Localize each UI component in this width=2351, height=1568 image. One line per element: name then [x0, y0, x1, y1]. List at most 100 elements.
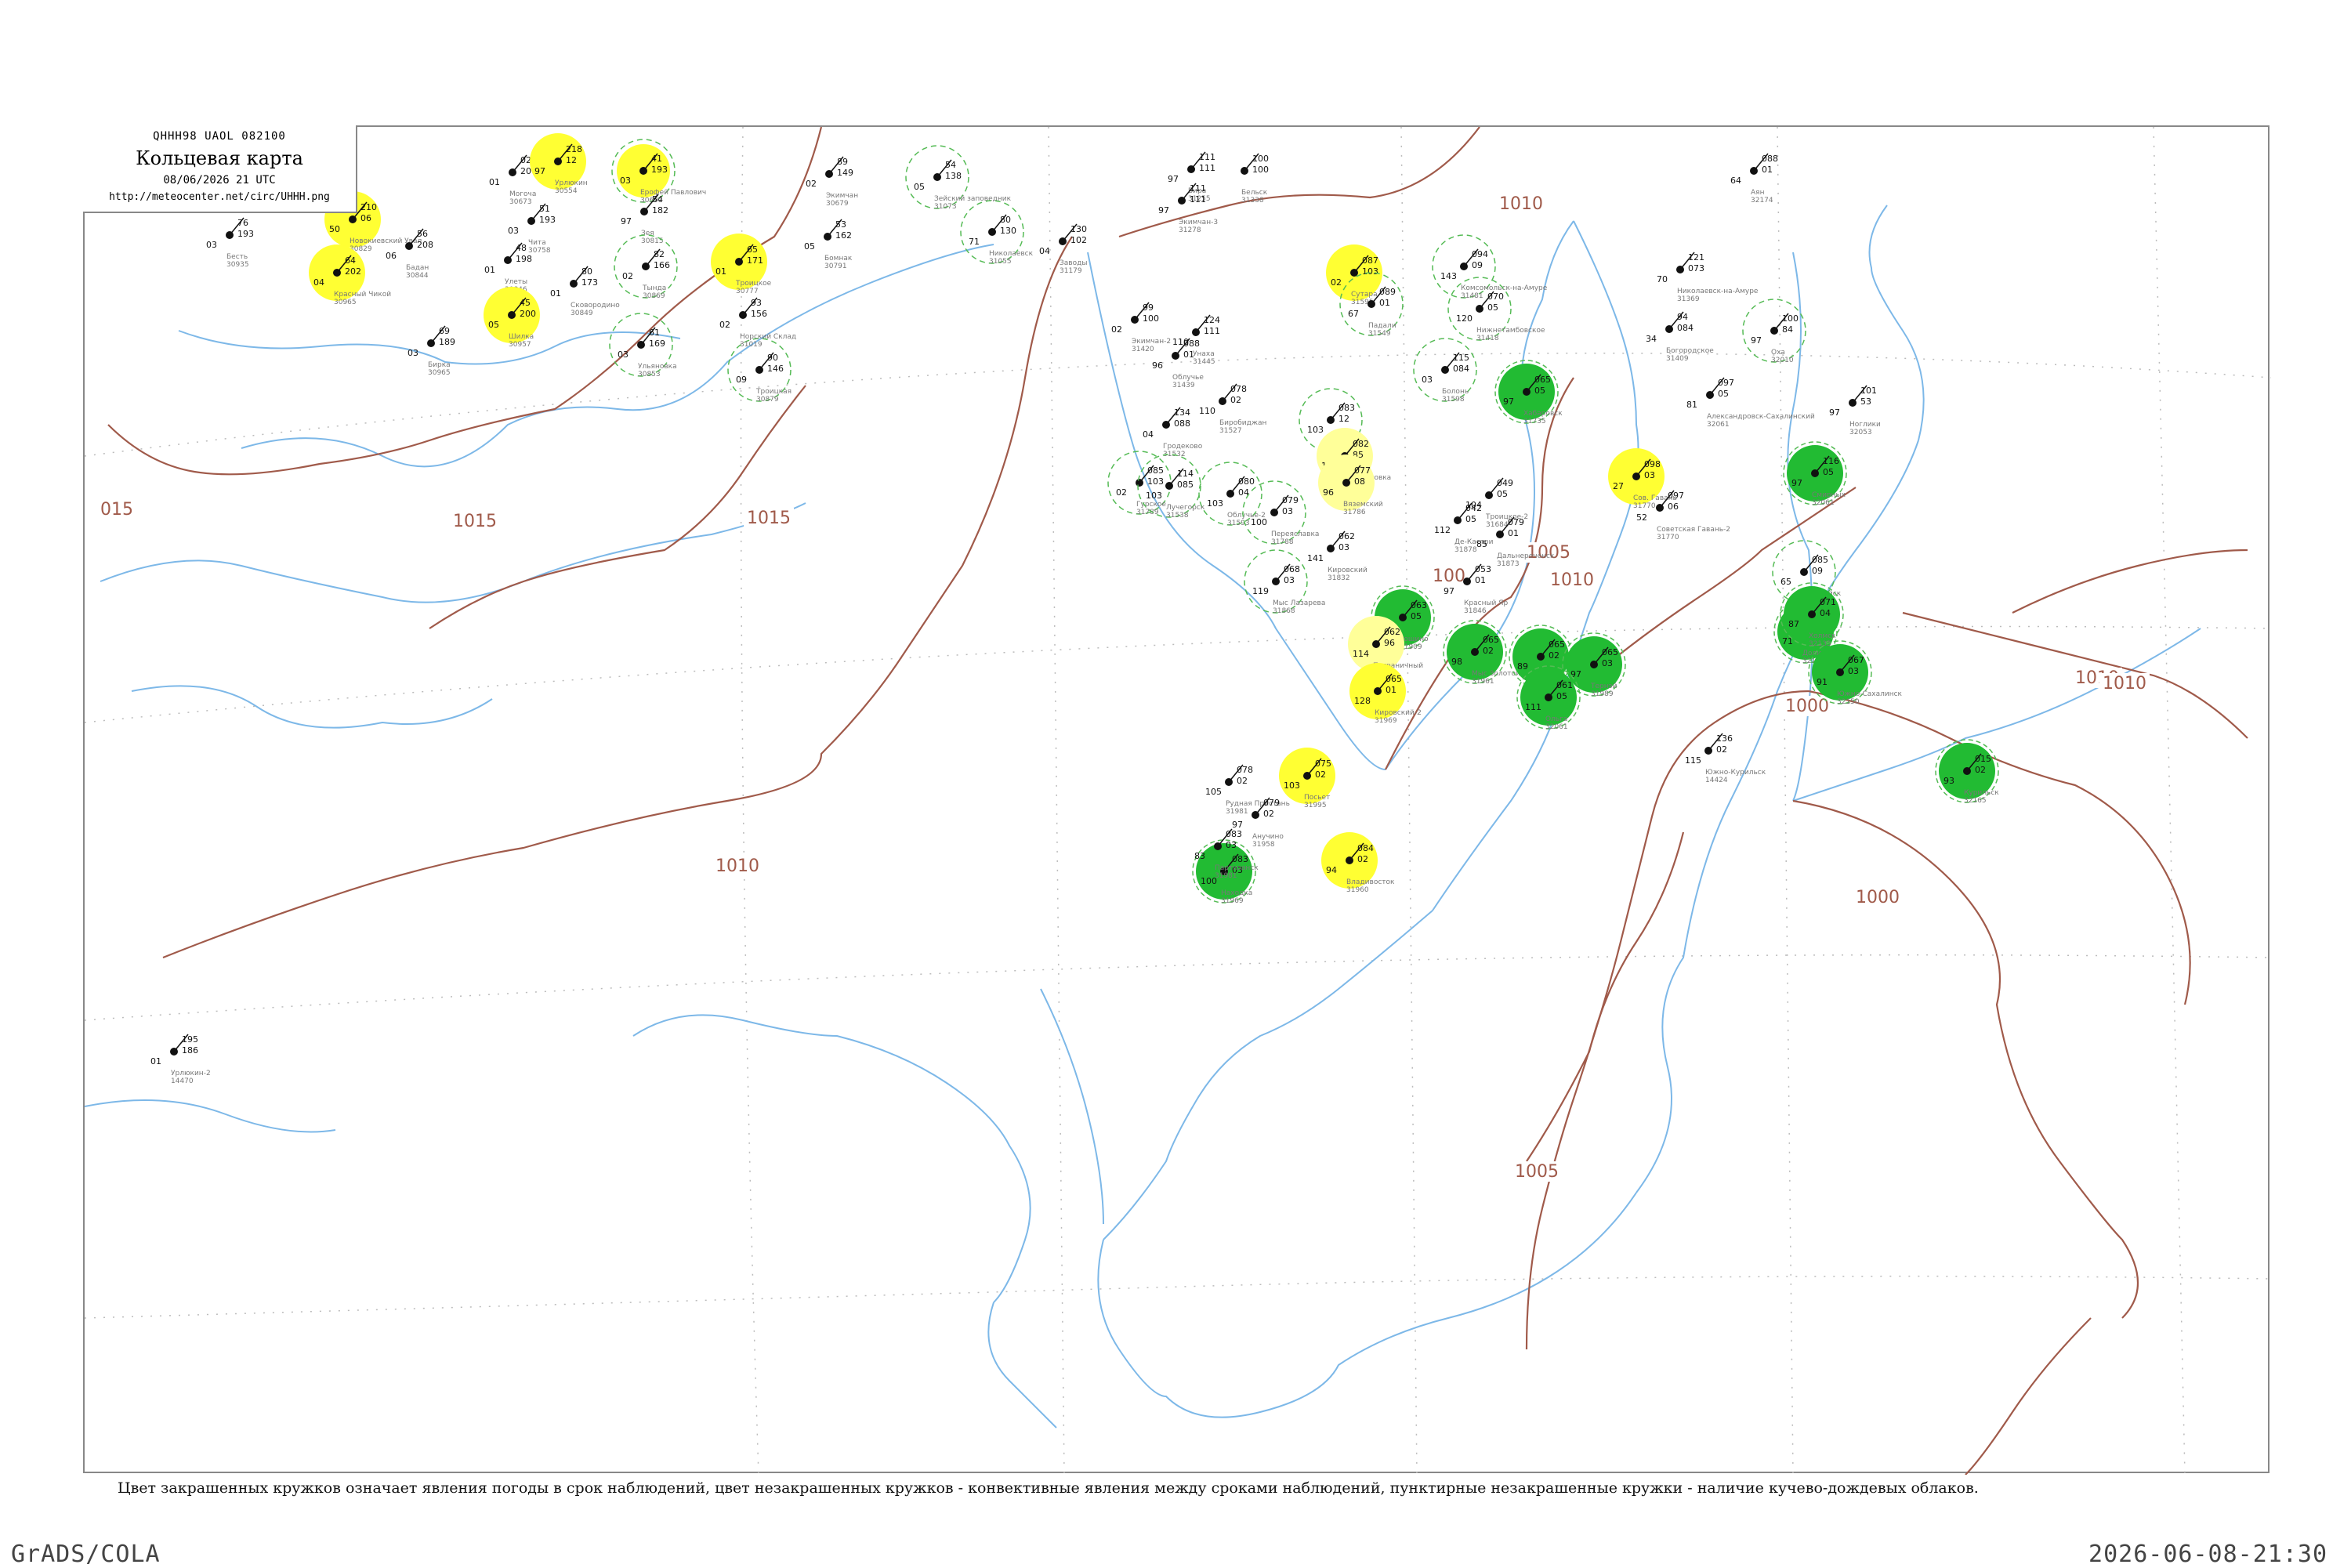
station-30679[interactable]: 89149 02 Экимчан30679	[806, 156, 858, 208]
station-32010[interactable]: 10084 97 Оха32010	[1742, 299, 1806, 364]
station-31420[interactable]: 99100 02 Экимчан-231420	[1111, 302, 1171, 353]
station-31595[interactable]: 08710302Сутара31595	[1326, 244, 1382, 306]
station-name: Курильск	[1964, 789, 1999, 797]
station-31338[interactable]: 100100 Бельск31338	[1241, 153, 1269, 205]
isobar-label: 1015	[453, 512, 497, 531]
station-30846[interactable]: 4819801Улеты30846	[484, 242, 532, 294]
station-value: 193	[237, 229, 254, 239]
station-31527[interactable]: 07802 110 Биробиджан31527	[1199, 383, 1266, 435]
station-31786[interactable]: 07708 96 Вяземский31786	[1318, 454, 1383, 516]
station-31789[interactable]: 08510302Гурское31789	[1107, 451, 1172, 516]
station-value: 082	[1353, 439, 1369, 449]
station-value: 04	[1820, 608, 1831, 618]
station-31969[interactable]: 06501 128 Кировский-231969	[1349, 663, 1422, 725]
map-frame: 1015 1015 1010 1010 1010 1010 1005 1005 1000 1000…	[83, 125, 2271, 1475]
station-name: Дальнереченск	[1497, 552, 1555, 560]
station-name: Посьет	[1304, 794, 1330, 802]
station-14470[interactable]: 195186 01 Урлюкин-214470	[150, 1034, 211, 1085]
station-31981[interactable]: 07802105Рудная Пристань31981	[1205, 764, 1290, 816]
station-31960[interactable]: 08402 94 Владивосток31960	[1321, 832, 1395, 894]
station-value: 97	[1444, 586, 1454, 596]
station-value: 111	[1204, 326, 1220, 336]
station-name: Экимчан-3	[1179, 219, 1218, 226]
station-id: 32150	[1837, 698, 1860, 706]
station-id: 31878	[1454, 546, 1477, 554]
station-32061[interactable]: 11605 97 Смирных32061	[1783, 441, 1847, 507]
station-value: 06	[386, 251, 397, 261]
station-value: 136	[1716, 733, 1733, 744]
station-id: 32061	[1545, 723, 1568, 731]
station-14424[interactable]: 13602 115 Южно-Курильск14424	[1685, 733, 1766, 784]
station-name: Переяславка	[1271, 531, 1319, 538]
station-value: 075	[1315, 759, 1331, 769]
station-31481[interactable]: 09409 143 Комсомольск-на-Амуре31481	[1432, 234, 1548, 300]
station-value: 97	[534, 166, 545, 176]
station-value: 70	[1657, 274, 1668, 284]
station-value: 080	[1238, 476, 1255, 487]
station-id: 31981	[1226, 808, 1248, 816]
station-30965[interactable]: 64202 04 Красный Чикой30965	[309, 244, 391, 306]
station-value: 169	[649, 339, 665, 349]
station-id: 31770	[1657, 534, 1679, 541]
station-value: 02	[1483, 646, 1494, 656]
station-value: 05	[1718, 389, 1729, 399]
station-value: 143	[1440, 271, 1457, 281]
station-31961[interactable]: 06502 98 Мыс Золотой31961	[1443, 620, 1520, 686]
station-32061[interactable]: 09705 81 Александровск-Сахалинский32061	[1686, 377, 1815, 429]
station-32165[interactable]: 01502 93 Курильск32165	[1935, 739, 1999, 805]
station-id: 31846	[1464, 607, 1487, 615]
station-30935[interactable]: 76193 03 Бесть30935	[206, 217, 254, 269]
station-32053[interactable]: 10153 97 Ноглики32053	[1829, 385, 1881, 436]
station-value: 67	[1348, 309, 1359, 319]
station-30554[interactable]: 21812 97 Урлюкин30554	[530, 133, 588, 195]
station-31735[interactable]: 06505 97 Хабаровск31735	[1494, 360, 1563, 425]
station-value: 02	[1331, 277, 1342, 288]
station-id: 31960	[1346, 886, 1369, 894]
station-30844[interactable]: 56208 06 Бадан30844	[386, 228, 433, 280]
station-32174[interactable]: 08801 64 Аян32174	[1730, 153, 1778, 205]
station-value: 51	[539, 204, 550, 214]
station-value: 02	[1111, 324, 1122, 335]
station-name: Падали	[1368, 322, 1396, 330]
station-value: 06	[1668, 502, 1679, 512]
station-value: 12	[566, 155, 577, 165]
station-value: 05	[1823, 467, 1834, 477]
station-id: 31969	[1221, 897, 1244, 905]
station-value: 02	[1357, 854, 1368, 864]
station-name: Комсомольск-на-Амуре	[1461, 284, 1548, 292]
station-30957[interactable]: 45200 05 Шилка30957	[484, 287, 540, 349]
map-url[interactable]: http://meteocenter.net/circ/UHHH.png	[83, 191, 356, 203]
station-30853[interactable]: 61169 03 Ульяновка30853	[609, 313, 677, 378]
station-value: 101	[1860, 386, 1877, 396]
station-30673[interactable]: 0220701Могоча30673	[489, 154, 537, 206]
station-30965[interactable]: 69189 03 Бирка30965	[408, 325, 455, 377]
station-30849[interactable]: 80173 01 Сковородино30849	[550, 266, 620, 317]
station-value: 34	[1646, 334, 1657, 344]
station-value: 087	[1362, 255, 1378, 266]
station-31770[interactable]: 0980327Сов. Гавань31770	[1608, 448, 1677, 510]
weather-map[interactable]: 1015101510101010101010101005100510001000…	[85, 127, 2271, 1475]
station-value: 01	[550, 288, 561, 299]
station-value: 089	[1379, 287, 1396, 297]
station-31532[interactable]: 13408804Гродеково31532	[1143, 407, 1203, 458]
bulletin-code: QHHH98 UAOL 082100	[153, 130, 286, 143]
station-30777[interactable]: 65171 01 Троицкое30777	[711, 234, 772, 295]
station-value: 111	[1190, 194, 1206, 205]
station-value: 71	[969, 237, 980, 247]
station-31179[interactable]: 130102 04 Заводы31179	[1039, 223, 1087, 275]
station-30791[interactable]: 53162 05 Бомнак30791	[804, 219, 853, 270]
station-31055[interactable]: 80130 71 Николаевск31055	[960, 200, 1034, 266]
station-id: 30554	[555, 187, 578, 195]
station-value: 015	[1975, 754, 1991, 764]
station-31598[interactable]: 115084 03 Болонь31598	[1413, 338, 1477, 404]
station-name: Мыс Золотой	[1472, 670, 1520, 678]
station-name: Партизанск	[1215, 864, 1259, 872]
station-31369[interactable]: 121073 70 Николаевск-на-Амуре31369	[1657, 252, 1759, 303]
station-value: 93	[1943, 776, 1954, 786]
station-31409[interactable]: 94084 34 Богородское31409	[1646, 311, 1714, 363]
station-value: 80	[581, 266, 592, 277]
station-value: 69	[439, 326, 450, 336]
station-value: 100	[1782, 313, 1799, 324]
station-31832[interactable]: 06203 141 Кировский31832	[1307, 531, 1367, 582]
station-id: 31179	[1060, 267, 1082, 275]
